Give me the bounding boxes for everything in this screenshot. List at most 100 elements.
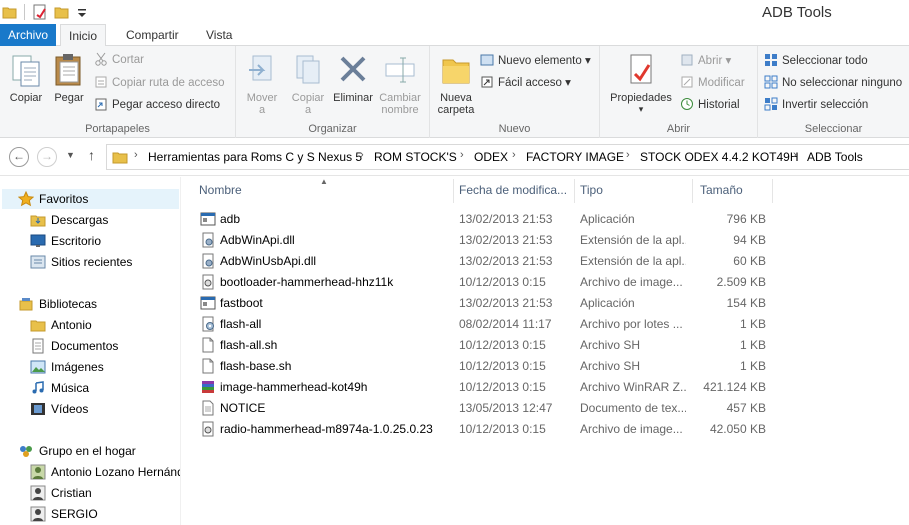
easy-access-button[interactable]: Fácil acceso ▾ [480,73,571,93]
table-row[interactable]: flash-all.sh 10/12/2013 0:15 Archivo SH 1 K… [182,335,909,356]
chevron-right-icon[interactable]: › [360,149,364,161]
group-label-new: Nuevo [498,123,531,135]
nav-homegroup-user[interactable]: Antonio Lozano Hernández [30,462,180,482]
new-item-icon [480,54,494,66]
nav-label: Música [51,381,90,395]
nav-homegroup-user[interactable]: Cristian [30,483,180,503]
tab-home[interactable]: Inicio [60,24,107,47]
cut-button[interactable]: Cortar [94,50,144,70]
new-item-button[interactable]: Nuevo elemento ▾ [480,51,591,71]
tab-share[interactable]: Compartir [118,24,187,46]
table-row[interactable]: NOTICE 13/05/2013 12:47 Documento de tex..… [182,398,909,419]
nav-music[interactable]: Música [30,378,180,398]
breadcrumb-item[interactable]: ADB Tools [807,150,863,164]
paste-shortcut-label: Pegar acceso directo [112,99,221,111]
file-size: 60 KB [733,254,766,268]
paste-shortcut-icon [95,98,107,111]
table-row[interactable]: image-hammerhead-kot49h 10/12/2013 0:15 Ar… [182,377,909,398]
up-button[interactable]: ↑ [88,147,95,163]
copy-path-button[interactable]: Copiar ruta de acceso [94,73,225,93]
recent-locations-dropdown[interactable]: ▼ [66,150,75,160]
table-row[interactable]: AdbWinApi.dll 13/02/2013 21:53 Extensión d… [182,230,909,251]
dropdown-arrow-icon: ▾ [584,55,591,67]
address-bar[interactable]: › Herramientas para Roms C y S Nexus 5 ›… [106,144,909,170]
nav-videos[interactable]: Vídeos [30,399,180,419]
paste-label: Pegar [54,92,84,104]
forward-button[interactable]: → [37,147,57,167]
column-header-type[interactable]: Tipo [580,183,603,201]
column-header-size[interactable]: Tamaño [700,183,743,201]
table-row[interactable]: bootloader-hammerhead-hhz11k 10/12/2013 0… [182,272,909,293]
table-row[interactable]: flash-all 08/02/2014 11:17 Archivo por lot… [182,314,909,335]
select-all-button[interactable]: Seleccionar todo [764,51,868,71]
nav-library-antonio[interactable]: Antonio [30,315,180,335]
nav-homegroup[interactable]: Grupo en el hogar [18,441,180,461]
invert-selection-icon [764,97,778,111]
select-none-button[interactable]: No seleccionar ninguno [764,73,902,93]
paste-button[interactable]: Pegar [50,52,88,104]
history-button[interactable]: Historial [680,95,740,115]
breadcrumb-item[interactable]: STOCK ODEX 4.4.2 KOT49H [640,150,799,164]
delete-x-icon [340,56,366,82]
paste-shortcut-button[interactable]: Pegar acceso directo [94,95,220,115]
table-row[interactable]: AdbWinUsbApi.dll 13/02/2013 21:53 Extensió… [182,251,909,272]
nav-libraries[interactable]: Bibliotecas [18,294,180,314]
chevron-right-icon[interactable]: › [134,149,138,161]
copy-to-label-2: a [304,104,312,116]
column-separator[interactable] [692,179,693,203]
chevron-right-icon[interactable]: › [793,149,797,161]
nav-label: Antonio Lozano Hernández [51,465,180,479]
nav-pictures[interactable]: Imágenes [30,357,180,377]
tab-view[interactable]: Vista [198,24,240,46]
file-name: fastboot [220,296,263,310]
chevron-right-icon[interactable]: › [460,149,464,161]
file-date: 10/12/2013 0:15 [459,338,546,352]
chevron-right-icon[interactable]: › [626,149,630,161]
nav-recent-places[interactable]: Sitios recientes [30,252,180,272]
copy-button[interactable]: Copiar [6,52,46,104]
column-separator[interactable] [453,179,454,203]
column-header-name[interactable]: Nombre [199,183,242,201]
nav-downloads[interactable]: Descargas [30,210,180,230]
invert-selection-button[interactable]: Invertir selección [764,95,868,115]
back-button[interactable]: ← [9,147,29,167]
move-to-button[interactable]: Mover a [240,52,284,116]
column-header-date[interactable]: Fecha de modifica... [459,183,567,201]
file-name: NOTICE [220,401,266,415]
file-size: 457 KB [726,401,766,415]
edit-button[interactable]: Modificar [680,73,745,93]
cut-label: Cortar [112,54,144,66]
column-separator[interactable] [574,179,575,203]
film-icon [31,403,45,415]
properties-icon[interactable] [32,4,48,20]
breadcrumb-item[interactable]: Herramientas para Roms C y S Nexus 5 [148,150,362,164]
open-button[interactable]: Abrir ▾ [680,51,731,71]
column-separator[interactable] [772,179,773,203]
file-size: 1 KB [739,317,766,331]
nav-label: Escritorio [51,234,102,248]
breadcrumb-item[interactable]: ODEX [474,150,508,164]
chevron-right-icon[interactable]: › [512,149,516,161]
new-folder-button[interactable]: Nueva carpeta [434,52,478,116]
table-row[interactable]: adb 13/02/2013 21:53 Aplicación 796 KB [182,209,909,230]
table-row[interactable]: fastboot 13/02/2013 21:53 Aplicación 154 KB [182,293,909,314]
nav-documents[interactable]: Documentos [30,336,180,356]
nav-label: Descargas [51,213,109,227]
file-size: 796 KB [726,212,766,226]
copy-to-icon [296,55,320,84]
new-folder-icon[interactable] [54,4,70,20]
tab-file[interactable]: Archivo [0,24,56,46]
file-size: 42.050 KB [709,422,766,436]
breadcrumb-item[interactable]: ROM STOCK'S [374,150,457,164]
properties-button[interactable]: Propiedades ▾ [606,52,676,115]
nav-homegroup-user[interactable]: SERGIO [30,504,180,524]
customize-quick-access-icon[interactable] [74,4,90,20]
nav-desktop[interactable]: Escritorio [30,231,180,251]
nav-favorites[interactable]: Favoritos [2,189,179,209]
delete-button[interactable]: Eliminar [330,52,376,104]
table-row[interactable]: flash-base.sh 10/12/2013 0:15 Archivo SH 1 … [182,356,909,377]
breadcrumb-item[interactable]: FACTORY IMAGE [526,150,624,164]
rename-button[interactable]: Cambiar nombre [376,52,424,116]
copy-to-button[interactable]: Copiar a [286,52,330,116]
table-row[interactable]: radio-hammerhead-m8974a-1.0.25.0.23 10/12… [182,419,909,440]
